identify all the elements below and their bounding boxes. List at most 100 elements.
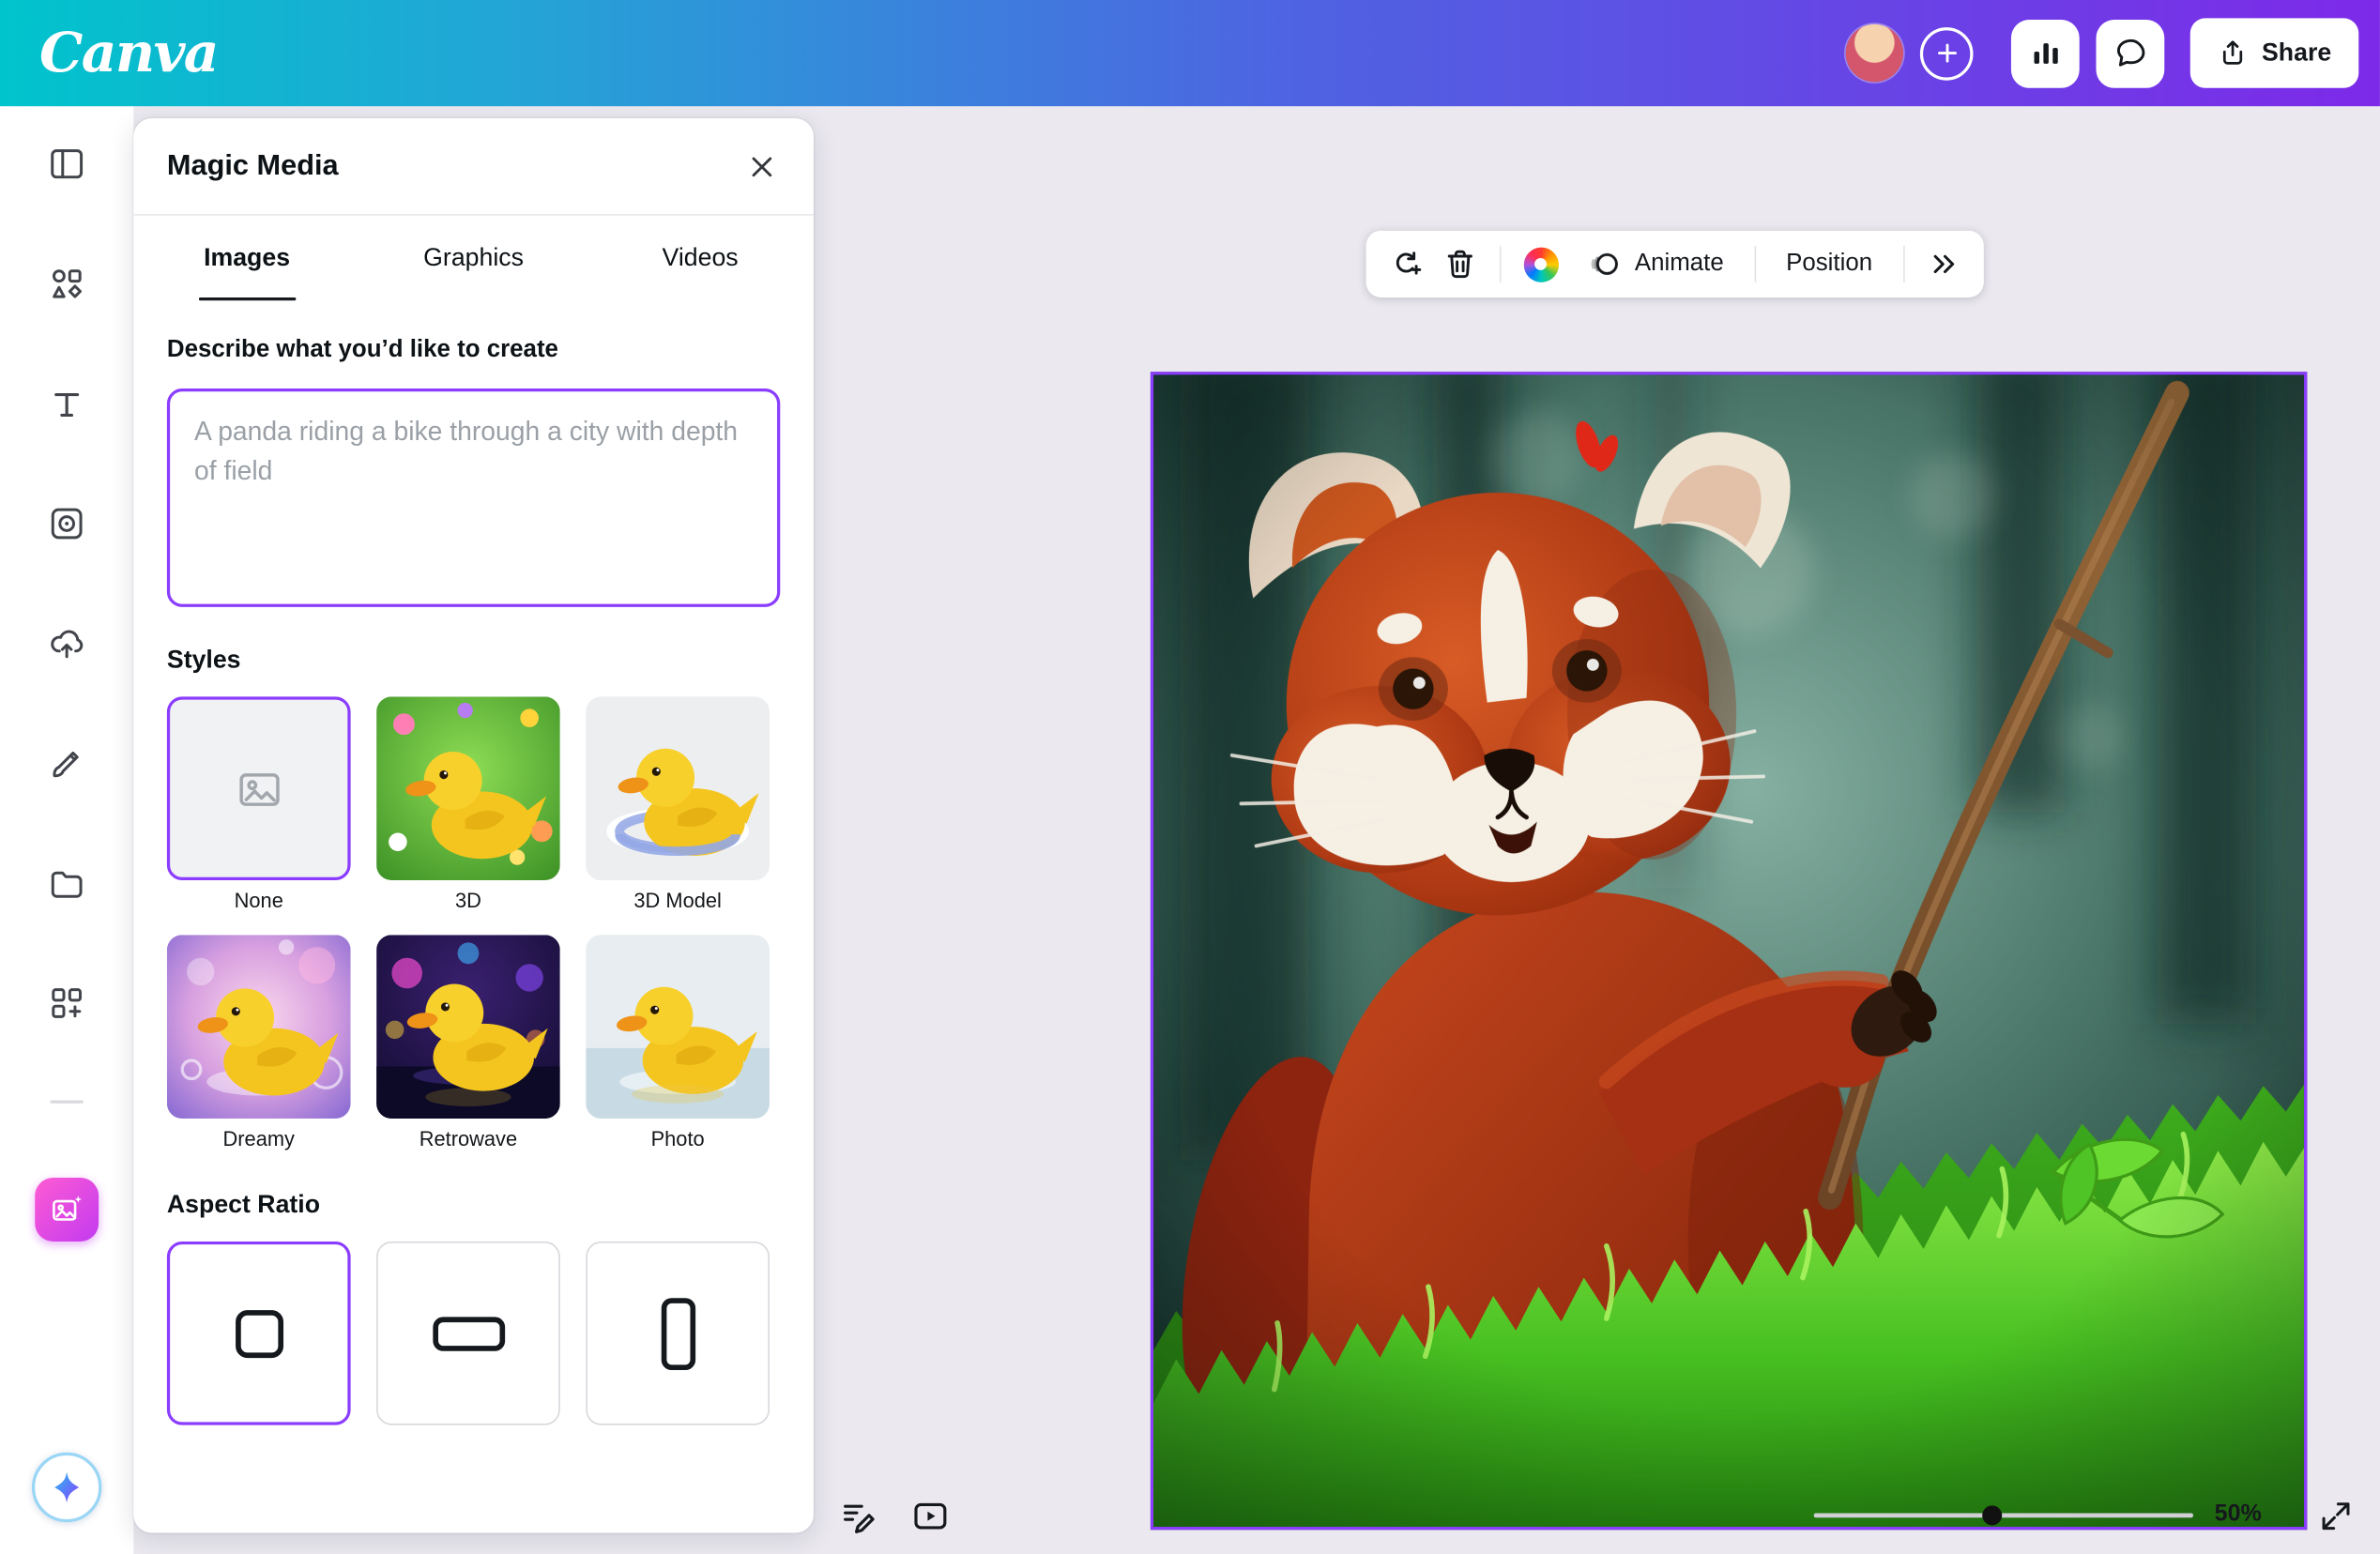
style-option-3d[interactable]: 3D bbox=[376, 696, 560, 913]
present-icon bbox=[910, 1497, 950, 1536]
sidebar-item-elements[interactable] bbox=[30, 248, 103, 321]
comments-button[interactable] bbox=[2097, 19, 2165, 87]
design-icon bbox=[47, 145, 86, 184]
tab-graphics[interactable]: Graphics bbox=[360, 216, 587, 301]
sidebar-divider bbox=[50, 1101, 84, 1104]
zoom-slider[interactable] bbox=[1814, 1513, 2193, 1516]
image-placeholder-icon bbox=[235, 764, 283, 813]
plus-icon bbox=[1933, 39, 1960, 67]
color-wheel-icon bbox=[1523, 247, 1558, 282]
close-button[interactable] bbox=[740, 145, 783, 187]
sidebar bbox=[0, 106, 133, 1554]
panel-title: Magic Media bbox=[167, 149, 339, 183]
ai-assistant-button[interactable] bbox=[32, 1453, 101, 1522]
style-label: 3D bbox=[376, 890, 560, 914]
fullscreen-button[interactable] bbox=[2313, 1493, 2359, 1539]
aspect-option-landscape[interactable] bbox=[376, 1242, 560, 1425]
tab-videos[interactable]: Videos bbox=[587, 216, 814, 301]
position-button[interactable]: Position bbox=[1768, 236, 1891, 291]
topbar-actions: Share bbox=[1846, 18, 2358, 87]
style-option-none[interactable]: None bbox=[167, 696, 351, 913]
styles-grid: None 3D bbox=[167, 696, 780, 1151]
generate-again-button[interactable] bbox=[1379, 236, 1433, 291]
toolbar-divider bbox=[1754, 246, 1756, 282]
style-3d-thumbnail bbox=[376, 696, 560, 880]
red-panda-artwork bbox=[1153, 374, 2304, 1527]
ai-sparkle-icon bbox=[47, 1468, 86, 1507]
topbar: Canva Share bbox=[0, 0, 2380, 106]
styles-label: Styles bbox=[167, 647, 780, 676]
zoom-slider-handle[interactable] bbox=[1982, 1505, 2002, 1525]
canva-editor: Canva Share bbox=[0, 0, 2380, 1554]
sidebar-item-uploads[interactable] bbox=[30, 607, 103, 680]
close-icon bbox=[745, 149, 779, 183]
chat-bubble-icon bbox=[2113, 35, 2149, 71]
expand-icon bbox=[2318, 1498, 2355, 1534]
style-dreamy-thumbnail bbox=[167, 935, 351, 1119]
style-label: 3D Model bbox=[586, 890, 770, 914]
more-options-button[interactable] bbox=[1916, 236, 1971, 291]
avatar[interactable] bbox=[1846, 24, 1903, 82]
sidebar-item-projects[interactable] bbox=[30, 846, 103, 920]
projects-icon bbox=[47, 863, 86, 903]
sidebar-item-brand[interactable] bbox=[30, 487, 103, 560]
aspect-ratio-options bbox=[167, 1242, 780, 1425]
notes-button[interactable] bbox=[835, 1493, 881, 1539]
prompt-input[interactable] bbox=[167, 388, 780, 607]
tab-label: Graphics bbox=[423, 244, 524, 273]
sidebar-item-apps[interactable] bbox=[30, 967, 103, 1040]
landscape-ratio-icon bbox=[429, 1303, 508, 1364]
insights-button[interactable] bbox=[2011, 19, 2080, 87]
share-button[interactable]: Share bbox=[2190, 18, 2358, 87]
style-photo-thumbnail bbox=[586, 935, 770, 1119]
tab-images[interactable]: Images bbox=[133, 216, 360, 301]
position-label: Position bbox=[1786, 251, 1872, 278]
sidebar-item-text[interactable] bbox=[30, 367, 103, 440]
canva-logo[interactable]: Canva bbox=[39, 25, 218, 80]
present-button[interactable] bbox=[908, 1493, 954, 1539]
tab-label: Images bbox=[204, 244, 290, 273]
style-label: None bbox=[167, 890, 351, 914]
generate-again-icon bbox=[1387, 246, 1424, 282]
style-option-dreamy[interactable]: Dreamy bbox=[167, 935, 351, 1151]
sidebar-item-design[interactable] bbox=[30, 128, 103, 201]
uploads-icon bbox=[47, 624, 86, 663]
animate-button[interactable]: Animate bbox=[1568, 236, 1743, 291]
animate-label: Animate bbox=[1635, 251, 1724, 278]
describe-label: Describe what you’d like to create bbox=[167, 337, 780, 364]
draw-icon bbox=[47, 743, 86, 783]
style-label: Retrowave bbox=[376, 1128, 560, 1152]
color-picker-button[interactable] bbox=[1513, 236, 1567, 291]
animate-icon bbox=[1586, 246, 1623, 282]
sidebar-item-draw[interactable] bbox=[30, 727, 103, 800]
magic-media-icon bbox=[49, 1192, 85, 1228]
apps-icon bbox=[47, 983, 86, 1023]
style-option-photo[interactable]: Photo bbox=[586, 935, 770, 1151]
aspect-option-square[interactable] bbox=[167, 1242, 351, 1425]
style-label: Photo bbox=[586, 1128, 770, 1152]
magic-media-panel: Magic Media Images Graphics Videos Descr… bbox=[133, 118, 814, 1532]
brand-icon bbox=[47, 504, 86, 543]
sidebar-item-magic-media[interactable] bbox=[35, 1178, 99, 1242]
aspect-ratio-label: Aspect Ratio bbox=[167, 1192, 780, 1221]
share-label: Share bbox=[2262, 38, 2331, 68]
text-icon bbox=[47, 384, 86, 423]
panel-header: Magic Media bbox=[133, 118, 814, 216]
style-option-3d-model[interactable]: 3D Model bbox=[586, 696, 770, 913]
square-ratio-icon bbox=[228, 1303, 289, 1364]
elements-icon bbox=[47, 264, 86, 303]
aspect-option-portrait[interactable] bbox=[586, 1242, 770, 1425]
panel-body: Describe what you’d like to create Style… bbox=[133, 300, 814, 1424]
zoom-level[interactable]: 50% bbox=[2215, 1501, 2262, 1529]
add-people-button[interactable] bbox=[1920, 26, 1974, 80]
selected-image[interactable] bbox=[1151, 372, 2307, 1530]
style-option-retrowave[interactable]: Retrowave bbox=[376, 935, 560, 1151]
delete-icon bbox=[1442, 246, 1478, 282]
notes-icon bbox=[838, 1497, 877, 1536]
context-toolbar: Animate Position bbox=[1366, 231, 1984, 297]
upload-icon bbox=[2218, 38, 2248, 68]
toolbar-divider bbox=[1500, 246, 1502, 282]
toolbar-divider bbox=[1902, 246, 1904, 282]
delete-button[interactable] bbox=[1433, 236, 1488, 291]
panel-tabs: Images Graphics Videos bbox=[133, 216, 814, 301]
